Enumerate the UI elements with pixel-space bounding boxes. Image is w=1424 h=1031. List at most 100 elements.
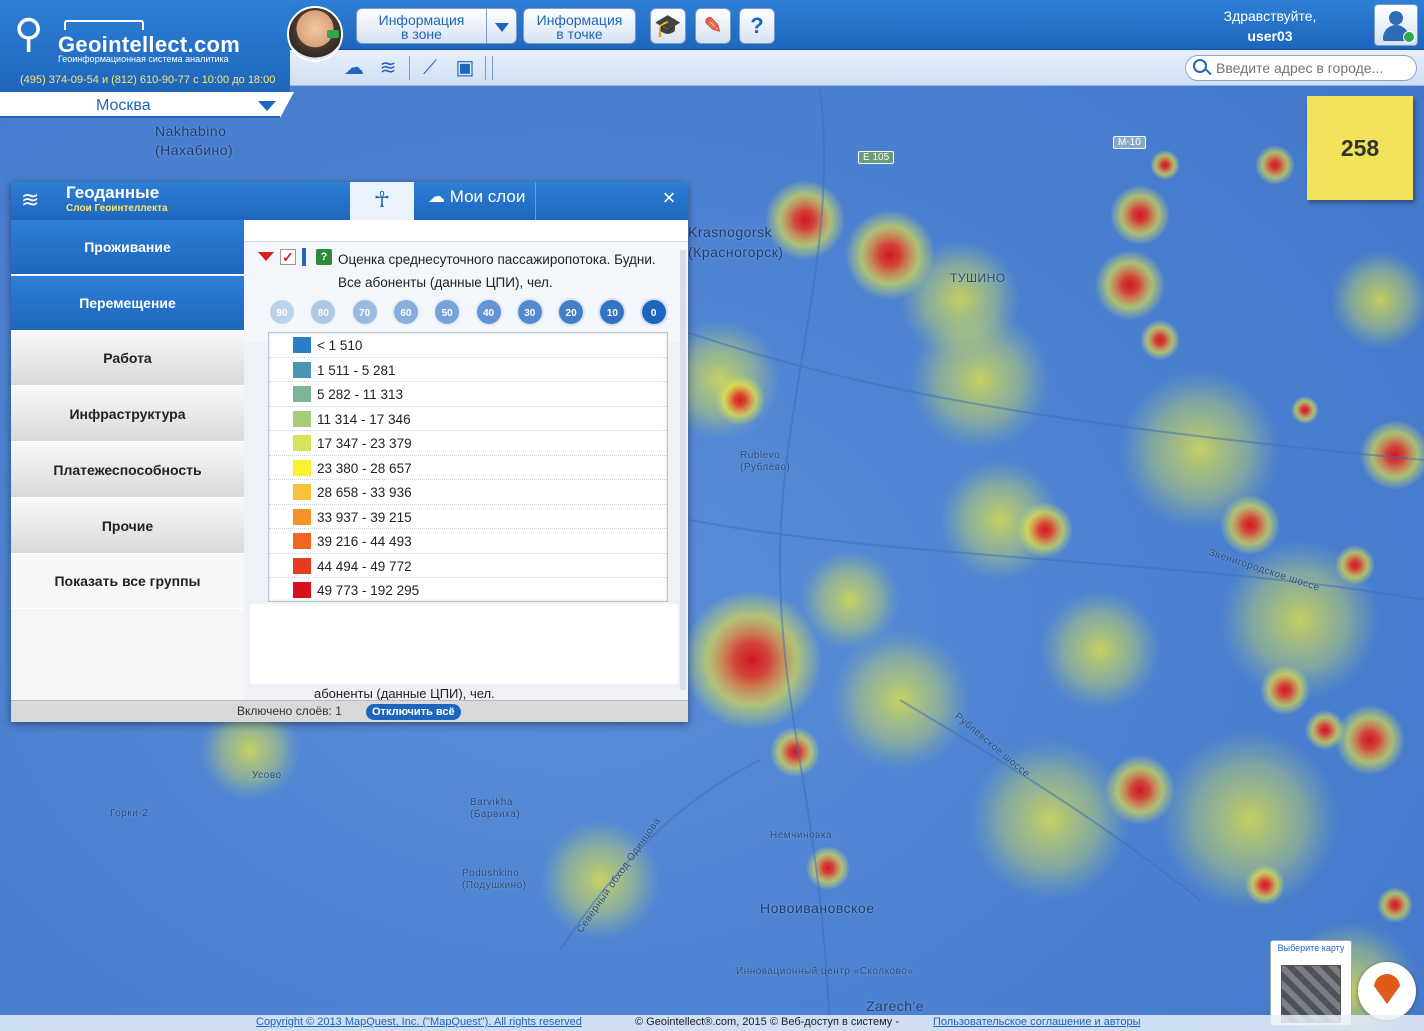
- phone-info: (495) 374-09-54 и (812) 610-90-77 с 10:0…: [20, 74, 276, 86]
- opacity-step[interactable]: 30: [515, 298, 544, 326]
- sidebar-item-6[interactable]: Показать все группы: [11, 554, 244, 610]
- info-zone-dropdown[interactable]: [487, 8, 517, 44]
- panel-footer: Включено слоёв: 1 Отключить всё: [11, 700, 688, 722]
- info-zone-button[interactable]: Информация в зоне: [356, 8, 487, 44]
- map-pin-icon: [1374, 974, 1400, 1004]
- info-point-button[interactable]: Информация в точке: [523, 8, 636, 44]
- map-label-podushkino: Podushkino: [462, 868, 520, 879]
- help-icon[interactable]: ?: [739, 8, 775, 44]
- panel-title: Геоданные: [66, 183, 160, 202]
- mapquest-copyright-link[interactable]: Copyright © 2013 MapQuest, Inc. ("MapQue…: [256, 1016, 582, 1028]
- measure-area-icon[interactable]: ▣: [451, 54, 479, 82]
- eraser-icon[interactable]: ✎: [695, 8, 731, 44]
- search-icon: [1193, 59, 1207, 73]
- opacity-step[interactable]: 60: [391, 298, 420, 326]
- legend-row: 23 380 - 28 657: [269, 456, 667, 480]
- close-icon[interactable]: ×: [656, 185, 682, 211]
- disable-all-button[interactable]: Отключить всё: [366, 704, 461, 720]
- map-label-tushino: ТУШИНО: [950, 271, 1006, 285]
- layer-checkbox[interactable]: ✓: [280, 249, 296, 265]
- map-label-nemchinovka: Немчиновка: [770, 830, 833, 841]
- cloud-add-icon[interactable]: ☁: [340, 54, 368, 82]
- legend-scrollbar[interactable]: [667, 333, 668, 602]
- opacity-step[interactable]: 0: [639, 298, 668, 326]
- city-selector[interactable]: Москва: [0, 92, 280, 118]
- chevron-down-icon[interactable]: [258, 101, 276, 111]
- legend-row: 5 282 - 11 313: [269, 382, 667, 407]
- clipped-layer-text: абоненты (данные ЦПИ), чел.: [314, 686, 495, 700]
- collapse-triangle-icon[interactable]: [258, 252, 274, 261]
- cloud-icon: ☁: [428, 187, 450, 206]
- map-label-krasnogorsk: Krasnogorsk: [688, 224, 773, 240]
- education-cap-icon[interactable]: 🎓: [650, 8, 686, 44]
- opacity-step[interactable]: 70: [350, 298, 379, 326]
- panel-subtitle: Слои Геоинтеллекта: [66, 203, 168, 214]
- address-search-input[interactable]: [1185, 55, 1417, 81]
- legend-label: 44 494 - 49 772: [317, 558, 412, 574]
- legend-row: 11 314 - 17 346: [269, 407, 667, 431]
- sidebar-item-5[interactable]: Прочие: [11, 498, 244, 554]
- logo[interactable]: ⚲ Geointellect.com Геоинформационная сис…: [14, 14, 284, 64]
- legend-swatch: [293, 582, 311, 598]
- geodata-panel: ≋ Геоданные Слои Геоинтеллекта ☥ ☁ Мои с…: [11, 182, 688, 722]
- tab-my-layers[interactable]: ☁ Мои слои: [416, 182, 536, 220]
- tab-accessibility[interactable]: ☥: [350, 182, 414, 220]
- content-scrollbar[interactable]: [680, 250, 686, 690]
- category-sidebar: Проживание Перемещение Работа Инфраструктур…: [11, 220, 244, 700]
- opacity-step[interactable]: 40: [474, 298, 503, 326]
- sidebar-item-3[interactable]: Инфраструктура: [11, 387, 244, 443]
- legend-swatch: [293, 410, 311, 427]
- location-pin-button[interactable]: [1358, 962, 1416, 1020]
- sidebar-item-1[interactable]: Перемещение: [11, 275, 244, 331]
- toolbar-divider: [485, 56, 486, 80]
- legend-row: 39 216 - 44 493: [269, 529, 667, 554]
- layer-title: Оценка среднесуточного пассажиропотока. …: [338, 252, 656, 290]
- info-point-line1: Информация: [536, 12, 623, 28]
- map-label-podushkino-ru: (Подушкино): [462, 880, 527, 891]
- legend-swatch: [293, 484, 311, 500]
- layers-icon[interactable]: ≋: [374, 54, 402, 82]
- user-profile-icon[interactable]: [1374, 4, 1418, 46]
- map-label-rublevo: Rublevo: [740, 450, 781, 461]
- map-label-skolkovo: Инновационный центр «Сколково»: [736, 966, 914, 977]
- legend-list: < 1 510 1 511 - 5 281 5 282 - 11 313 11 314…: [268, 332, 668, 602]
- opacity-step[interactable]: 50: [433, 298, 462, 326]
- legend-swatch: [293, 386, 311, 402]
- info-zone-line2: в зоне: [401, 26, 442, 42]
- map-label-krasnogorsk-ru: (Красногорск): [688, 244, 784, 260]
- legend-swatch: [293, 361, 311, 378]
- opacity-step[interactable]: 20: [557, 298, 586, 326]
- map-label-nakhabino: Nakhabino: [155, 123, 227, 139]
- legend-label: 49 773 - 192 295: [317, 583, 420, 598]
- map-label-nakhabino-ru: (Нахабино): [155, 142, 234, 158]
- toolbar-divider: [492, 56, 493, 80]
- legend-label: 33 937 - 39 215: [317, 509, 412, 525]
- map-type-selector[interactable]: Выберите карту: [1270, 940, 1352, 1026]
- map-label-barvikha-ru: (Барвиха): [470, 809, 521, 820]
- sticky-note-counter[interactable]: 258: [1307, 96, 1413, 200]
- road-shield-m10: M-10: [1113, 136, 1146, 149]
- road-shield-e105: E 105: [858, 151, 895, 164]
- panel-header: ≋ Геоданные Слои Геоинтеллекта ☥ ☁ Мои с…: [11, 182, 688, 220]
- legend-swatch: [293, 508, 311, 525]
- map-label-novoivanovskoe: Новоивановское: [760, 900, 875, 916]
- legend-row: 33 937 - 39 215: [269, 505, 667, 529]
- layers-stack-icon: ≋: [21, 187, 40, 212]
- map-label-gorki2: Горки-2: [110, 808, 149, 819]
- legend-row: 28 658 - 33 936: [269, 480, 667, 505]
- sidebar-item-0[interactable]: Проживание: [11, 220, 244, 275]
- layer-help-icon[interactable]: ?: [316, 249, 332, 265]
- support-operator-avatar[interactable]: [287, 6, 343, 62]
- user-agreement-link[interactable]: Пользовательское соглашение и авторы: [933, 1016, 1140, 1028]
- map-label-rublevo-ru: (Рублёво): [740, 462, 791, 473]
- sidebar-item-2[interactable]: Работа: [11, 331, 244, 387]
- layer-item: ✓ ? Оценка среднесуточного пассажиропото…: [244, 242, 688, 342]
- city-selector-tail: [280, 92, 294, 118]
- measure-distance-icon[interactable]: ⟋: [416, 54, 444, 82]
- legend-swatch: [293, 533, 311, 549]
- sidebar-item-4[interactable]: Платежеспособность: [11, 442, 244, 498]
- legend-label: 11 314 - 17 346: [317, 411, 411, 427]
- user-name: user03: [1247, 28, 1293, 44]
- legend-label: 39 216 - 44 493: [317, 534, 412, 549]
- opacity-step[interactable]: 90: [268, 298, 296, 326]
